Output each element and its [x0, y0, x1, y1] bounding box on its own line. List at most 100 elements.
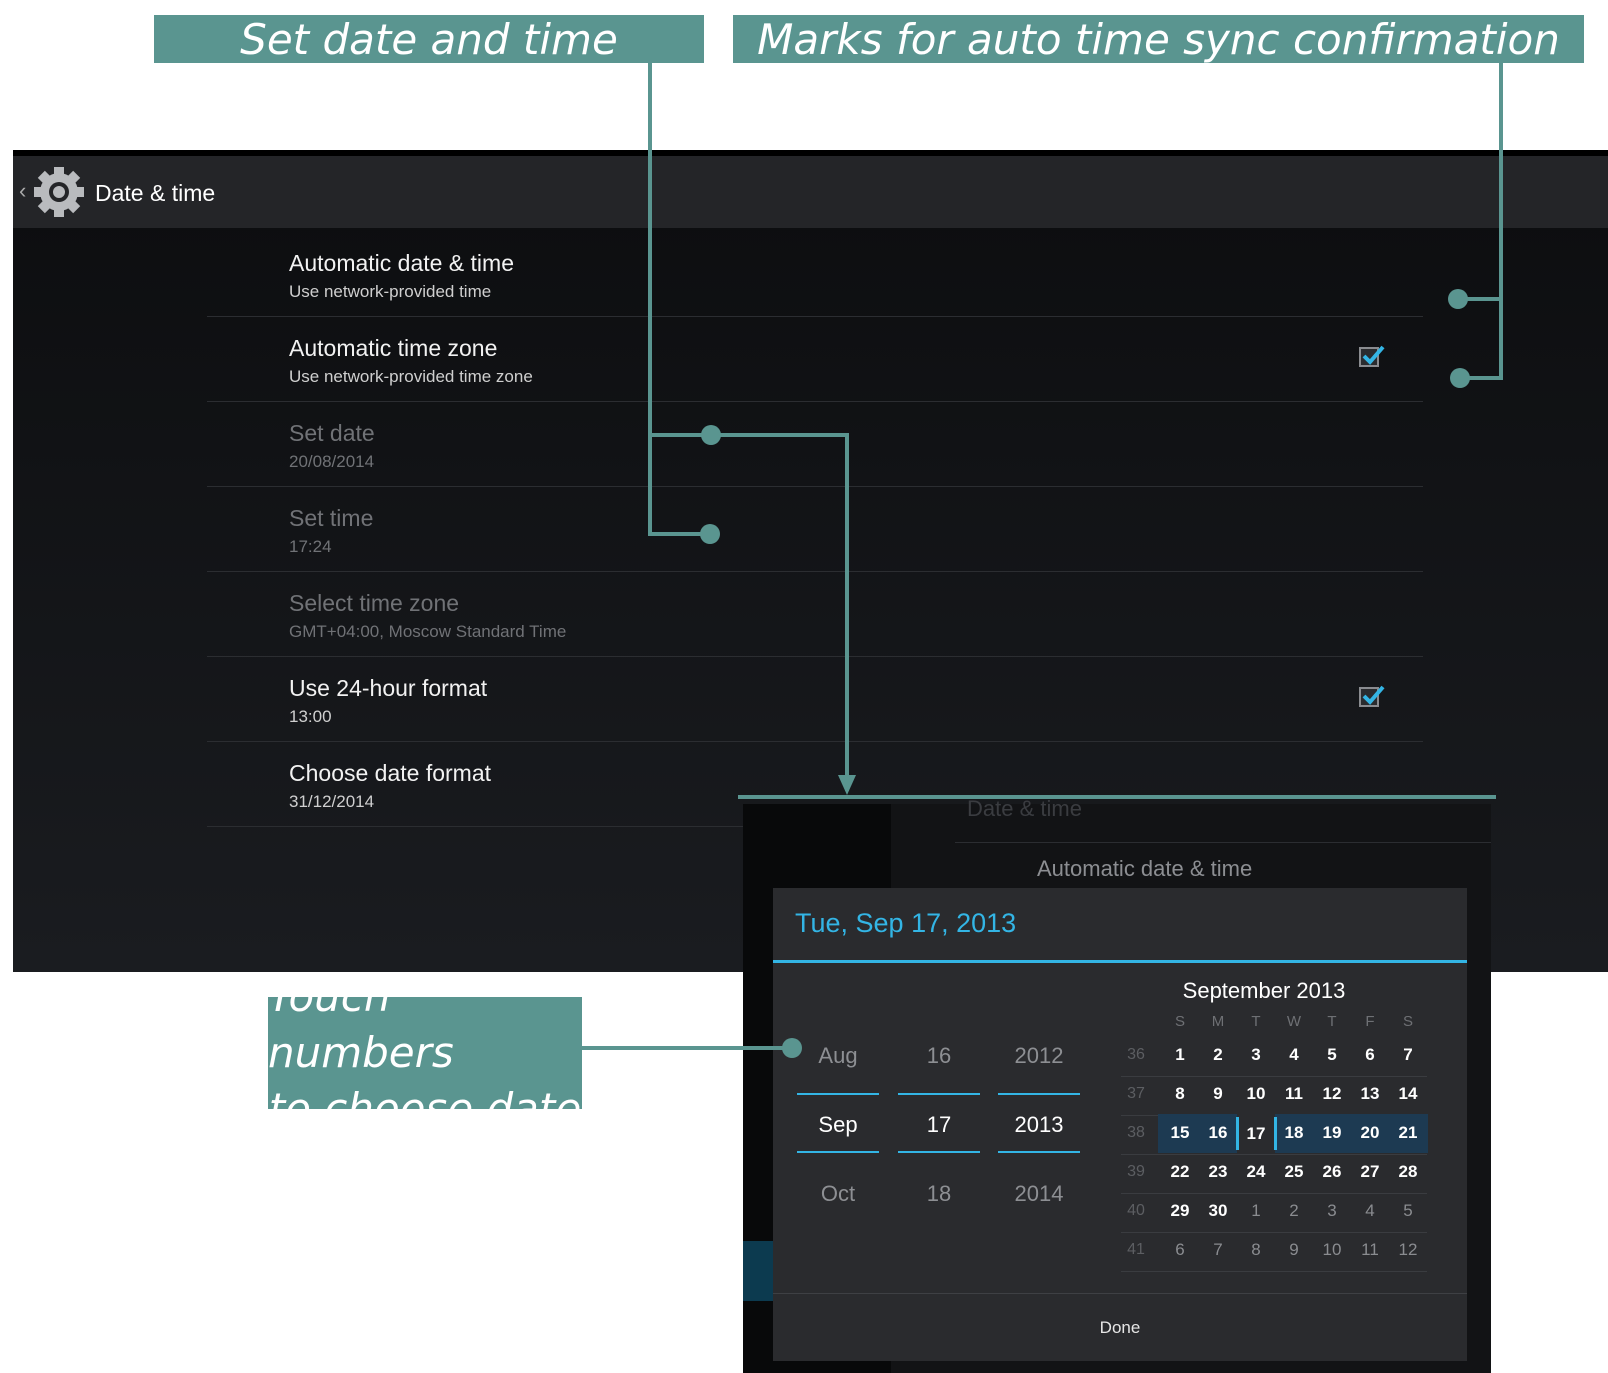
setting-set-date[interactable]: Set date 20/08/2014	[207, 402, 1423, 487]
calendar-day[interactable]: 6	[1351, 1045, 1389, 1065]
screen-title: Date & time	[95, 180, 216, 206]
calendar-day[interactable]: 24	[1237, 1162, 1275, 1182]
day-current[interactable]: 17	[898, 1112, 980, 1138]
chevron-left-icon[interactable]: ‹	[19, 178, 26, 204]
calendar-day[interactable]: 28	[1389, 1162, 1427, 1182]
calendar-day[interactable]: 4	[1275, 1045, 1313, 1065]
calendar-day[interactable]: 1	[1237, 1201, 1275, 1221]
calendar-day[interactable]: 9	[1275, 1240, 1313, 1260]
day-next[interactable]: 18	[898, 1181, 980, 1207]
calendar-day[interactable]: 5	[1313, 1045, 1351, 1065]
month-next[interactable]: Oct	[797, 1181, 879, 1207]
calendar-week-row: 39 22 23 24 25 26 27 28	[1121, 1153, 1427, 1194]
spinner-divider	[797, 1151, 879, 1153]
calendar-day[interactable]: 10	[1313, 1240, 1351, 1260]
spinner-divider	[797, 1093, 879, 1095]
calendar-day[interactable]: 11	[1275, 1084, 1313, 1104]
calendar-week-row: 36 1 2 3 4 5 6 7	[1121, 1036, 1427, 1077]
calendar-day[interactable]: 14	[1389, 1084, 1427, 1104]
weekday-label: S	[1402, 1013, 1413, 1030]
calendar-day[interactable]: 15	[1161, 1123, 1199, 1143]
spinner-divider	[898, 1093, 980, 1095]
week-number: 36	[1127, 1046, 1145, 1063]
calendar-day[interactable]: 2	[1199, 1045, 1237, 1065]
24-hour-checkbox[interactable]	[1359, 685, 1385, 707]
calendar-day[interactable]: 21	[1389, 1123, 1427, 1143]
setting-select-time-zone[interactable]: Select time zone GMT+04:00, Moscow Stand…	[207, 572, 1423, 657]
spinner-divider	[998, 1093, 1080, 1095]
callout-line: to choose date	[268, 1084, 582, 1133]
calendar-day[interactable]: 7	[1199, 1240, 1237, 1260]
setting-summary: 20/08/2014	[289, 452, 375, 471]
day-prev[interactable]: 16	[898, 1043, 980, 1069]
calendar-day[interactable]: 9	[1199, 1084, 1237, 1104]
weekday-label: M	[1211, 1013, 1225, 1030]
weekday-label: W	[1286, 1013, 1302, 1030]
calendar-day[interactable]: 3	[1313, 1201, 1351, 1221]
calendar-week-row: 38 15 16 17 18 19 20 21	[1121, 1114, 1428, 1155]
setting-set-time[interactable]: Set time 17:24	[207, 487, 1423, 572]
calendar-day[interactable]: 16	[1199, 1123, 1237, 1143]
calendar-day[interactable]: 27	[1351, 1162, 1389, 1182]
calendar-day[interactable]: 17	[1237, 1114, 1275, 1153]
calendar-day[interactable]: 26	[1313, 1162, 1351, 1182]
calendar-day[interactable]: 5	[1389, 1201, 1427, 1221]
calendar-day[interactable]: 13	[1351, 1084, 1389, 1104]
gear-icon[interactable]	[31, 164, 87, 220]
date-picker-dialog: Tue, Sep 17, 2013 Aug Sep Oct 16 17 18 2…	[773, 888, 1467, 1361]
auto-time-zone-checkbox[interactable]	[1359, 345, 1385, 367]
year-spinner[interactable]: 2012 2013 2014	[998, 1038, 1080, 1238]
callout-set-date-time: Set date and time	[154, 15, 704, 64]
year-next[interactable]: 2014	[998, 1181, 1080, 1207]
setting-title: Automatic date & time	[289, 250, 514, 276]
setting-summary: 31/12/2014	[289, 792, 375, 811]
setting-summary: Use network-provided time zone	[289, 367, 533, 386]
calendar-day[interactable]: 7	[1389, 1045, 1427, 1065]
selected-day-marker	[1236, 1117, 1239, 1150]
day-spinner[interactable]: 16 17 18	[898, 1038, 980, 1238]
calendar-day[interactable]: 25	[1275, 1162, 1313, 1182]
month-prev[interactable]: Aug	[797, 1043, 879, 1069]
setting-auto-date-time[interactable]: Automatic date & time Use network-provid…	[207, 232, 1423, 317]
calendar-day[interactable]: 10	[1237, 1084, 1275, 1104]
setting-title: Use 24-hour format	[289, 675, 488, 701]
calendar-day[interactable]: 12	[1313, 1084, 1351, 1104]
check-icon	[1362, 345, 1385, 365]
calendar-day[interactable]: 6	[1161, 1240, 1199, 1260]
calendar-day[interactable]: 22	[1161, 1162, 1199, 1182]
calendar-day[interactable]: 29	[1161, 1201, 1199, 1221]
calendar-day[interactable]: 18	[1275, 1123, 1313, 1143]
weekday-label: T	[1327, 1013, 1337, 1030]
done-button[interactable]: Done	[773, 1294, 1467, 1361]
calendar-day[interactable]: 30	[1199, 1201, 1237, 1221]
calendar-day[interactable]: 3	[1237, 1045, 1275, 1065]
calendar-day[interactable]: 1	[1161, 1045, 1199, 1065]
calendar-day[interactable]: 23	[1199, 1162, 1237, 1182]
weekday-label: T	[1251, 1013, 1261, 1030]
weekday-label: F	[1365, 1013, 1375, 1030]
calendar-week-row: 37 8 9 10 11 12 13 14	[1121, 1075, 1427, 1116]
calendar-day[interactable]: 19	[1313, 1123, 1351, 1143]
week-number: 37	[1127, 1085, 1145, 1102]
year-current[interactable]: 2013	[998, 1112, 1080, 1138]
setting-auto-time-zone[interactable]: Automatic time zone Use network-provided…	[207, 317, 1423, 402]
week-number: 39	[1127, 1163, 1145, 1180]
setting-summary: Use network-provided time	[289, 282, 492, 301]
setting-summary: 17:24	[289, 537, 332, 556]
calendar-day[interactable]: 12	[1389, 1240, 1427, 1260]
year-prev[interactable]: 2012	[998, 1043, 1080, 1069]
callout-touch-numbers: Touch numbers to choose date	[268, 972, 582, 1133]
callout-line: Touch numbers	[268, 972, 454, 1077]
calendar-day[interactable]: 8	[1161, 1084, 1199, 1104]
setting-24-hour-format[interactable]: Use 24-hour format 13:00	[207, 657, 1423, 742]
calendar-day[interactable]: 2	[1275, 1201, 1313, 1221]
month-current[interactable]: Sep	[797, 1112, 879, 1138]
calendar-day[interactable]: 20	[1351, 1123, 1389, 1143]
calendar-day[interactable]: 11	[1351, 1240, 1389, 1260]
divider	[955, 842, 1491, 843]
month-spinner[interactable]: Aug Sep Oct	[797, 1038, 879, 1238]
background-setting-label: Automatic date & time	[1037, 856, 1253, 881]
calendar-day[interactable]: 4	[1351, 1201, 1389, 1221]
calendar-day[interactable]: 8	[1237, 1240, 1275, 1260]
spinner-divider	[998, 1151, 1080, 1153]
